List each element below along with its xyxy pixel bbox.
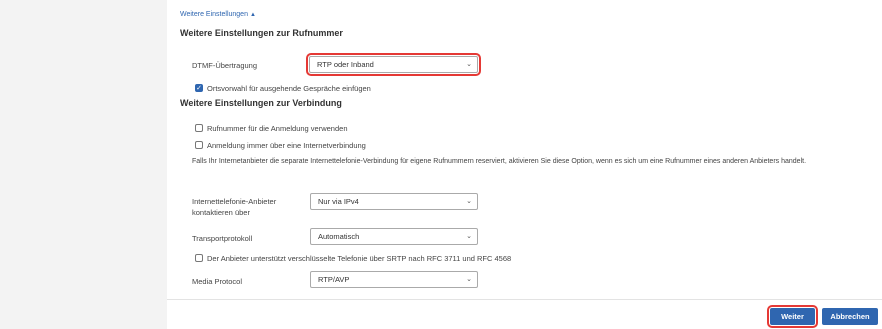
- media-protocol-label: Media Protocol: [192, 277, 243, 286]
- section-title-connection: Weitere Einstellungen zur Verbindung: [180, 98, 342, 108]
- next-button[interactable]: Weiter: [767, 305, 818, 328]
- transport-protocol-label: Transportprotokoll: [192, 234, 253, 243]
- contact-provider-select[interactable]: Nur via IPv4 ⌄: [310, 193, 478, 210]
- chevron-down-icon: ⌄: [466, 233, 472, 240]
- checkmark-icon: ✓: [196, 85, 202, 92]
- chevron-down-icon: ⌄: [466, 61, 472, 68]
- footer-divider: [167, 299, 882, 300]
- section-title-number: Weitere Einstellungen zur Rufnummer: [180, 28, 343, 38]
- contact-provider-label-line1: Internettelefonie-Anbieter: [192, 197, 277, 206]
- contact-provider-select-value: Nur via IPv4: [318, 197, 359, 206]
- transport-protocol-select[interactable]: Automatisch ⌄: [310, 228, 478, 245]
- internet-telephony-description: Falls Ihr Internetanbieter die separate …: [192, 158, 807, 165]
- chevron-down-icon: ⌄: [466, 276, 472, 283]
- srtp-label: Der Anbieter unterstützt verschlüsselte …: [207, 254, 512, 263]
- dtmf-select-value: RTP oder Inband: [317, 60, 374, 69]
- contact-provider-label: Internettelefonie-Anbieter kontaktieren …: [192, 196, 276, 218]
- dtmf-label: DTMF-Übertragung: [192, 61, 258, 70]
- always-via-internet-checkbox[interactable]: [195, 141, 203, 149]
- contact-provider-label-line2: kontaktieren über: [192, 208, 250, 217]
- dtmf-select[interactable]: RTP oder Inband ⌄: [306, 53, 481, 76]
- transport-protocol-select-value: Automatisch: [318, 232, 360, 241]
- use-number-for-login-label: Rufnummer für die Anmeldung verwenden: [207, 124, 348, 133]
- srtp-checkbox[interactable]: [195, 254, 203, 262]
- triangle-up-icon: ▲: [249, 12, 256, 18]
- use-number-for-login-checkbox[interactable]: [195, 124, 203, 132]
- area-code-label: Ortsvorwahl für ausgehende Gespräche ein…: [207, 84, 371, 93]
- chevron-down-icon: ⌄: [466, 198, 472, 205]
- always-via-internet-label: Anmeldung immer über eine Internetverbin…: [207, 141, 366, 150]
- area-code-checkbox[interactable]: ✓: [195, 84, 203, 92]
- more-settings-toggle[interactable]: Weitere Einstellungen ▲: [180, 11, 256, 18]
- cancel-button[interactable]: Abbrechen: [822, 308, 878, 325]
- media-protocol-select[interactable]: RTP/AVP ⌄: [310, 271, 478, 288]
- media-protocol-select-value: RTP/AVP: [318, 275, 350, 284]
- more-settings-label: Weitere Einstellungen: [180, 11, 248, 18]
